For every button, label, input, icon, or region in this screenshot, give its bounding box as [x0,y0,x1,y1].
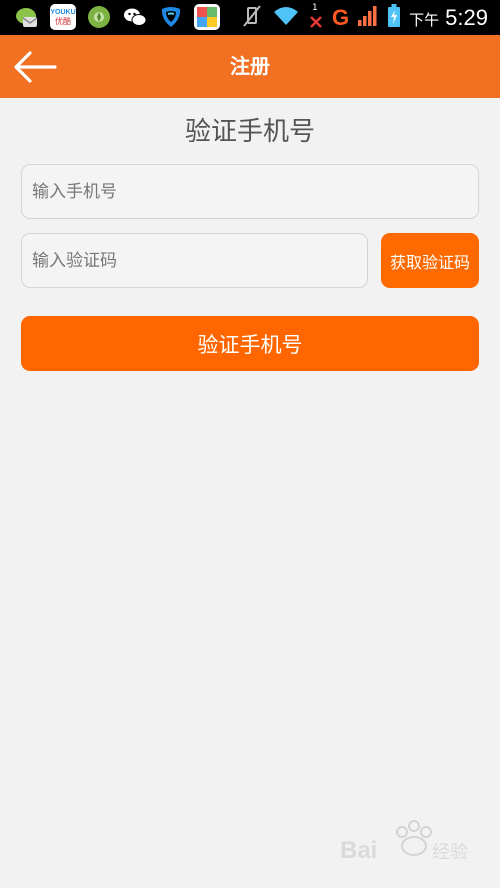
get-code-button[interactable]: 获取验证码 [381,233,479,288]
svg-text:经验: 经验 [432,842,468,863]
app-header: 注册 [0,35,500,98]
youku-app-icon: YOUKU 优酷 [50,4,76,30]
signal-icon [357,5,379,31]
system-status: 1 G 下午 5:29 [240,0,488,35]
wechat-icon [122,4,148,30]
clock-time: 5:29 [445,4,488,30]
baidu-jingyan-watermark: Bai 经验 [332,810,482,870]
phone-input[interactable] [21,164,479,219]
notification-icons: YOUKU 优酷 [14,4,220,30]
page-title: 验证手机号 [184,117,315,147]
header-title: 注册 [230,54,270,78]
browser-app-icon [158,4,184,30]
no-signal-icon: 1 [308,3,324,31]
vibrate-mute-icon [240,4,264,32]
clock: 下午 5:29 [409,5,488,31]
clock-ampm: 下午 [409,10,440,29]
verify-phone-button[interactable]: 验证手机号 [21,316,479,371]
gallery-app-icon [194,4,220,30]
svg-text:Bai: Bai [340,837,377,864]
wechat-moments-icon [86,4,112,30]
messaging-app-icon [14,4,40,30]
battery-charging-icon [387,3,401,32]
wifi-icon [272,5,300,31]
status-bar: YOUKU 优酷 1 G 下午 5:29 [0,0,500,35]
verification-code-input[interactable] [21,233,368,288]
network-type: G [332,4,350,30]
